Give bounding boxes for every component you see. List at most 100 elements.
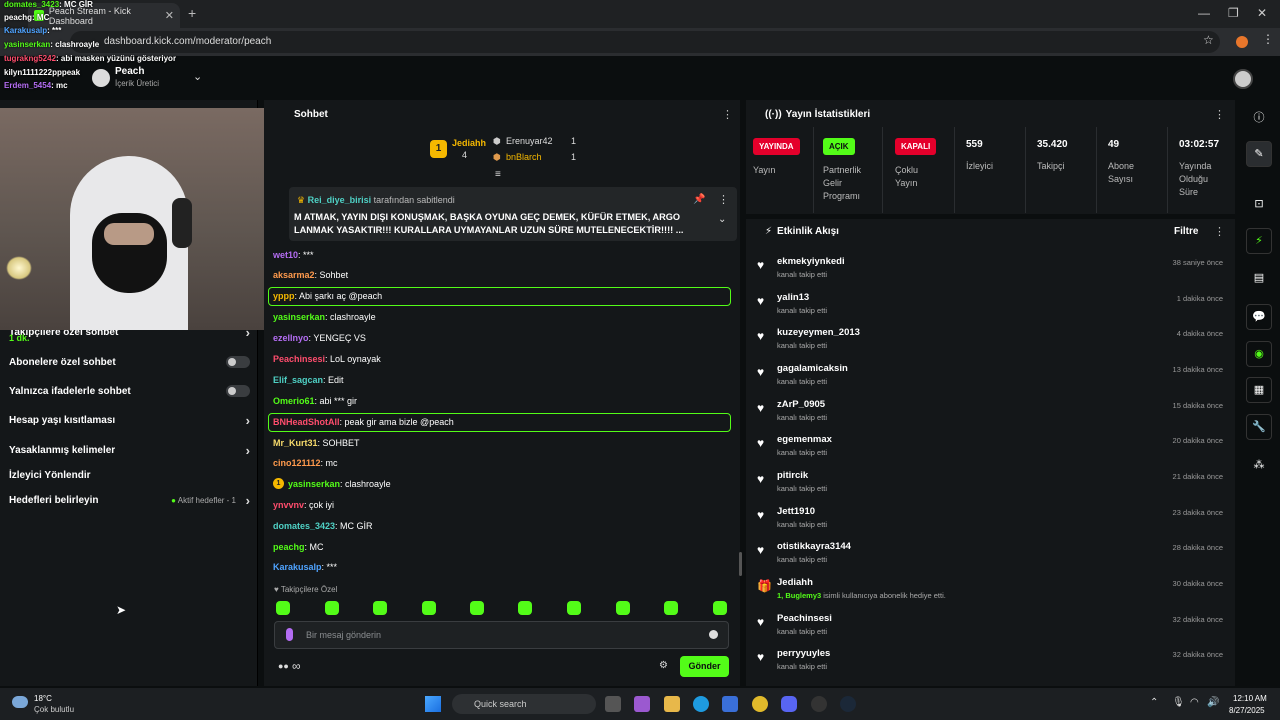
- chat-bubble-icon[interactable]: 💬: [1252, 310, 1266, 324]
- chat-message[interactable]: Elif_sagcan: Edit: [273, 375, 344, 385]
- leaderboard-third-name[interactable]: bnBlarch: [506, 152, 542, 162]
- clock-date[interactable]: 8/27/2025: [1229, 706, 1265, 715]
- weather-cloud-icon[interactable]: [12, 696, 28, 708]
- emote-icon[interactable]: [276, 601, 290, 615]
- browser-menu-icon[interactable]: ⋮: [1262, 32, 1274, 46]
- leaderboard-collapse-icon[interactable]: ≡: [495, 169, 501, 180]
- account-age-setting[interactable]: Hesap yaşı kısıtlaması ›: [9, 410, 254, 430]
- lightning-icon[interactable]: ⚡: [1252, 234, 1266, 248]
- emote-only-toggle[interactable]: [226, 385, 250, 397]
- goals-setting[interactable]: Hedefleri belirleyin ● Aktif hedefler - …: [9, 490, 254, 510]
- bookmark-star-icon[interactable]: ☆: [1203, 33, 1214, 47]
- focus-icon[interactable]: ⊡: [1252, 197, 1266, 211]
- channel-avatar[interactable]: [92, 69, 110, 87]
- wrench-icon[interactable]: 🔧: [1252, 420, 1266, 434]
- windows-start-icon[interactable]: [425, 696, 441, 712]
- edge-icon[interactable]: [693, 696, 709, 712]
- activity-item[interactable]: 🎁 Jediahh 1, Buglemy3 isimli kullanıcıya a…: [757, 577, 1227, 607]
- stats-more-icon[interactable]: ⋮: [1214, 108, 1225, 121]
- pinned-more-icon[interactable]: ⋮: [718, 193, 729, 206]
- activity-item[interactable]: ♥ yalin13 kanalı takip etti 1 dakika önce: [757, 292, 1227, 322]
- store-icon[interactable]: [722, 696, 738, 712]
- chat-message[interactable]: Peachinsesi: LoL oynayak: [273, 354, 381, 364]
- chat-message[interactable]: wet10: ***: [273, 250, 314, 260]
- activity-filter-button[interactable]: Filtre: [1174, 226, 1198, 237]
- wifi-icon[interactable]: ◠: [1190, 697, 1199, 708]
- maximize-icon[interactable]: ❐: [1228, 6, 1239, 20]
- chat-message[interactable]: yasinserkan: clashroayle: [288, 479, 391, 489]
- profile-icon[interactable]: [1236, 36, 1248, 48]
- info-icon[interactable]: ⓘ: [1252, 111, 1266, 125]
- volume-icon[interactable]: 🔊: [1207, 697, 1219, 708]
- activity-item[interactable]: ♥ gagalamicaksin kanalı takip etti 13 dakik…: [757, 363, 1227, 393]
- chat-message[interactable]: yasinserkan: clashroayle: [273, 312, 376, 322]
- emote-icon[interactable]: [713, 601, 727, 615]
- activity-item[interactable]: ♥ egemenmax kanalı takip etti 20 dakika önc…: [757, 434, 1227, 464]
- activity-item[interactable]: ♥ kuzeyeymen_2013 kanalı takip etti 4 dakik…: [757, 327, 1227, 357]
- activity-more-icon[interactable]: ⋮: [1214, 225, 1225, 238]
- emote-icon[interactable]: [422, 601, 436, 615]
- microphone-icon[interactable]: [286, 628, 293, 641]
- new-tab-button[interactable]: +: [188, 5, 196, 21]
- tab-close-icon[interactable]: ✕: [165, 9, 174, 22]
- apps-icon[interactable]: ⁂: [1252, 458, 1266, 472]
- leaderboard-first-name[interactable]: Jediahh: [452, 138, 486, 148]
- emote-icon[interactable]: [567, 601, 581, 615]
- activity-item[interactable]: ♥ otistikkayra3144 kanalı takip etti 28 dak…: [757, 541, 1227, 571]
- copilot-icon[interactable]: [634, 696, 650, 712]
- pinned-expand-chevron-icon[interactable]: ⌄: [718, 214, 726, 225]
- window-close-icon[interactable]: ✕: [1257, 6, 1267, 20]
- taskbar-search[interactable]: Quick search: [452, 694, 596, 714]
- pin-icon[interactable]: 📌: [693, 194, 705, 205]
- emote-icon[interactable]: [518, 601, 532, 615]
- chat-message[interactable]: cino121112: mc: [273, 458, 338, 468]
- chat-message[interactable]: Omerio61: abi *** gir: [273, 396, 357, 406]
- task-view-icon[interactable]: [605, 696, 621, 712]
- chat-message[interactable]: aksarma2: Sohbet: [273, 270, 348, 280]
- app-icon[interactable]: [811, 696, 827, 712]
- chat-message[interactable]: yppp: Abi şarkı aç @peach: [273, 291, 382, 301]
- chat-options-icon[interactable]: ●●: [278, 661, 289, 671]
- activity-item[interactable]: ♥ ekmekyiynkedi kanalı takip etti 38 saniye…: [757, 256, 1227, 286]
- emote-icon[interactable]: [373, 601, 387, 615]
- user-avatar[interactable]: [1233, 69, 1253, 89]
- chrome-icon[interactable]: [752, 696, 768, 712]
- emote-icon[interactable]: [616, 601, 630, 615]
- send-button[interactable]: Gönder: [680, 656, 729, 677]
- banned-words-setting[interactable]: Yasaklanmış kelimeler ›: [9, 440, 254, 460]
- emoji-picker-icon[interactable]: [709, 630, 718, 639]
- tray-chevron-icon[interactable]: ⌃: [1150, 697, 1158, 708]
- chat-message[interactable]: Mr_Kurt31: SOHBET: [273, 438, 360, 448]
- chat-settings-gear-icon[interactable]: ⚙: [659, 660, 668, 671]
- chat-message[interactable]: BNHeadShotAll: peak gir ama bizle @peach: [273, 417, 454, 427]
- subs-only-toggle[interactable]: [226, 356, 250, 368]
- viewer-guide-setting[interactable]: İzleyici Yönlendir: [9, 465, 254, 485]
- pencil-icon[interactable]: ✎: [1252, 147, 1266, 161]
- emote-icon[interactable]: [664, 601, 678, 615]
- chat-message[interactable]: ezellnyo: YENGEÇ VS: [273, 333, 366, 343]
- steam-icon[interactable]: [840, 696, 856, 712]
- activity-item[interactable]: ♥ Peachinsesi kanalı takip etti 32 dakika ö…: [757, 613, 1227, 643]
- layout-icon[interactable]: ▦: [1252, 383, 1266, 397]
- chat-scrollbar[interactable]: [739, 552, 742, 576]
- minimize-icon[interactable]: —: [1198, 6, 1210, 20]
- chat-more-icon[interactable]: ⋮: [722, 108, 733, 121]
- activity-item[interactable]: ♥ zArP_0905 kanalı takip etti 15 dakika önc…: [757, 399, 1227, 429]
- activity-item[interactable]: ♥ perryyuyles kanalı takip etti 32 dakika ö…: [757, 648, 1227, 678]
- chat-message[interactable]: ynvvnv: çok iyi: [273, 500, 334, 510]
- activity-item[interactable]: ♥ pitircik kanalı takip etti 21 dakika önce: [757, 470, 1227, 500]
- discord-icon[interactable]: [781, 696, 797, 712]
- broadcast-icon[interactable]: ◉: [1252, 347, 1266, 361]
- emote-icon[interactable]: [470, 601, 484, 615]
- activity-item[interactable]: ♥ Jett1910 kanalı takip etti 23 dakika önce: [757, 506, 1227, 536]
- chat-message[interactable]: peachg: MC: [273, 542, 324, 552]
- chat-message[interactable]: domates_3423: MC GİR: [273, 521, 373, 531]
- infinity-icon[interactable]: ∞: [292, 659, 301, 673]
- clock-time[interactable]: 12:10 AM: [1233, 694, 1267, 703]
- chat-message-input[interactable]: [306, 625, 696, 645]
- chat-message[interactable]: Karakusalp: ***: [273, 562, 337, 572]
- url-field[interactable]: dashboard.kick.com/moderator/peach: [70, 31, 1220, 53]
- emote-icon[interactable]: [325, 601, 339, 615]
- leaderboard-second-name[interactable]: Erenuyar42: [506, 136, 553, 146]
- microphone-tray-icon[interactable]: 🎙: [1172, 697, 1185, 708]
